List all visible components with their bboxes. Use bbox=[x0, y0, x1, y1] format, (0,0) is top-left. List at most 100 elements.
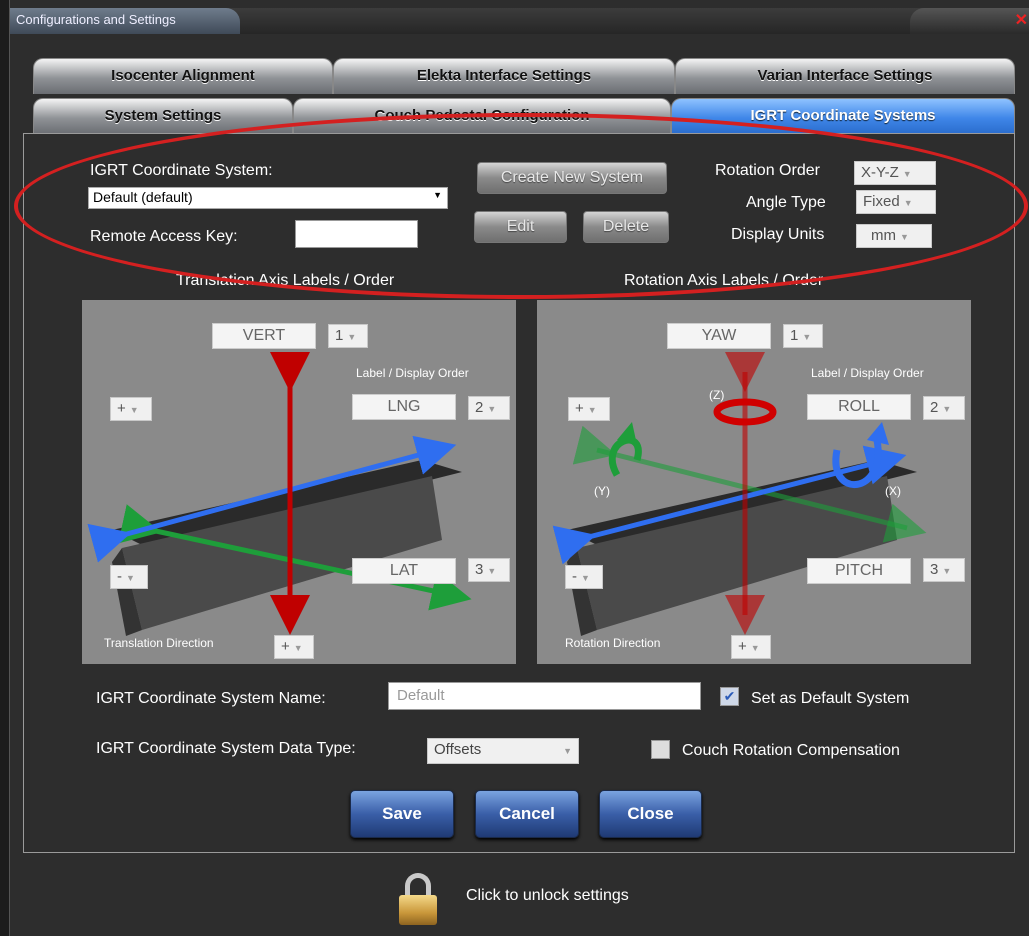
rotation-direction-caption: Rotation Direction bbox=[565, 636, 661, 650]
translation-minus-dropdown[interactable]: - ▼ bbox=[110, 565, 148, 589]
data-type-value: Offsets bbox=[434, 741, 482, 758]
translation-lng-order-dropdown[interactable]: 2 ▼ bbox=[468, 396, 510, 420]
rotation-order-label: Rotation Order bbox=[715, 162, 820, 179]
translation-direction-dropdown[interactable]: + ▼ bbox=[274, 635, 314, 659]
rotation-yaw-order-value: 1 bbox=[790, 327, 799, 344]
translation-heading: Translation Axis Labels / Order bbox=[176, 272, 395, 289]
chevron-down-icon: ▼ bbox=[587, 405, 597, 415]
rotation-x-label: (X) bbox=[885, 484, 901, 498]
display-units-value: mm bbox=[871, 227, 896, 244]
close-button[interactable]: Close bbox=[599, 790, 702, 838]
igrt-system-dropdown[interactable]: Default (default) ▼ bbox=[88, 187, 448, 209]
unlock-settings-text[interactable]: Click to unlock settings bbox=[466, 887, 629, 905]
chevron-down-icon: ▼ bbox=[126, 573, 135, 583]
translation-vert-order-value: 1 bbox=[335, 327, 344, 344]
translation-direction-value: + bbox=[281, 638, 290, 655]
rotation-yaw-field[interactable]: YAW bbox=[667, 323, 771, 349]
angle-type-label: Angle Type bbox=[746, 194, 826, 211]
rotation-yaw-order-dropdown[interactable]: 1 ▼ bbox=[783, 324, 823, 348]
translation-plus-dropdown[interactable]: + ▼ bbox=[110, 397, 152, 421]
chevron-down-icon: ▼ bbox=[942, 566, 952, 576]
rotation-z-label: (Z) bbox=[709, 388, 725, 402]
save-button[interactable]: Save bbox=[350, 790, 454, 838]
title-bar: Configurations and Settings ✕ bbox=[10, 8, 1029, 34]
chevron-down-icon: ▼ bbox=[750, 643, 760, 653]
edit-button[interactable]: Edit bbox=[474, 211, 567, 243]
remote-access-key-input[interactable] bbox=[295, 220, 418, 248]
tab-isocenter-alignment[interactable]: Isocenter Alignment bbox=[33, 58, 333, 94]
tab-varian-interface-settings[interactable]: Varian Interface Settings bbox=[675, 58, 1015, 94]
chevron-down-icon: ▼ bbox=[433, 190, 442, 200]
rotation-order-value: X-Y-Z bbox=[861, 164, 899, 181]
rotation-roll-order-dropdown[interactable]: 2 ▼ bbox=[923, 396, 965, 420]
set-default-checkbox[interactable]: ✔ bbox=[720, 687, 739, 706]
tab-system-settings[interactable]: System Settings bbox=[33, 98, 293, 134]
translation-minus-value: - bbox=[117, 568, 122, 585]
rotation-roll-order-value: 2 bbox=[930, 399, 939, 416]
chevron-down-icon: ▼ bbox=[900, 232, 909, 242]
chevron-down-icon: ▼ bbox=[347, 332, 357, 342]
tab-elekta-interface-settings[interactable]: Elekta Interface Settings bbox=[333, 58, 675, 94]
lock-icon[interactable] bbox=[399, 873, 437, 925]
igrt-system-value: Default (default) bbox=[93, 189, 193, 205]
chevron-down-icon: ▼ bbox=[903, 198, 913, 208]
delete-button[interactable]: Delete bbox=[583, 211, 669, 243]
translation-label-order-caption: Label / Display Order bbox=[356, 366, 469, 380]
create-new-system-button[interactable]: Create New System bbox=[477, 162, 667, 194]
remote-access-key-label: Remote Access Key: bbox=[90, 228, 238, 245]
window-title: Configurations and Settings bbox=[10, 8, 240, 34]
translation-couch-illustration bbox=[87, 352, 472, 636]
translation-diagram bbox=[82, 300, 516, 664]
system-name-label: IGRT Coordinate System Name: bbox=[96, 690, 326, 707]
display-units-label: Display Units bbox=[731, 226, 825, 243]
chevron-down-icon: ▼ bbox=[293, 643, 303, 653]
couch-rotation-checkbox[interactable] bbox=[651, 740, 670, 759]
display-units-dropdown[interactable]: mm ▼ bbox=[856, 224, 932, 248]
rotation-plus-dropdown[interactable]: + ▼ bbox=[568, 397, 610, 421]
rotation-minus-dropdown[interactable]: - ▼ bbox=[565, 565, 603, 589]
rotation-direction-value: + bbox=[738, 638, 747, 655]
translation-direction-caption: Translation Direction bbox=[104, 636, 214, 650]
cancel-button[interactable]: Cancel bbox=[475, 790, 579, 838]
rotation-diagram bbox=[537, 300, 971, 664]
rotation-order-dropdown[interactable]: X-Y-Z ▼ bbox=[854, 161, 936, 185]
translation-lng-field[interactable]: LNG bbox=[352, 394, 456, 420]
system-name-input[interactable]: Default bbox=[388, 682, 701, 710]
close-icon[interactable]: ✕ bbox=[1015, 10, 1028, 30]
translation-lat-order-value: 3 bbox=[475, 561, 484, 578]
translation-lat-order-dropdown[interactable]: 3 ▼ bbox=[468, 558, 510, 582]
rotation-minus-value: - bbox=[572, 568, 577, 585]
chevron-down-icon: ▼ bbox=[129, 405, 139, 415]
rotation-y-label: (Y) bbox=[594, 484, 610, 498]
rotation-couch-illustration bbox=[552, 352, 927, 636]
chevron-down-icon: ▼ bbox=[487, 404, 497, 414]
angle-type-value: Fixed bbox=[863, 193, 900, 210]
data-type-dropdown[interactable]: Offsets ▼ bbox=[427, 738, 579, 764]
translation-vert-field[interactable]: VERT bbox=[212, 323, 316, 349]
translation-vert-order-dropdown[interactable]: 1 ▼ bbox=[328, 324, 368, 348]
chevron-down-icon: ▼ bbox=[563, 746, 572, 756]
chevron-down-icon: ▼ bbox=[802, 332, 812, 342]
translation-lat-field[interactable]: LAT bbox=[352, 558, 456, 584]
set-default-label: Set as Default System bbox=[751, 690, 910, 707]
translation-plus-value: + bbox=[117, 400, 126, 417]
rotation-pitch-order-dropdown[interactable]: 3 ▼ bbox=[923, 558, 965, 582]
rotation-heading: Rotation Axis Labels / Order bbox=[624, 272, 824, 289]
angle-type-dropdown[interactable]: Fixed ▼ bbox=[856, 190, 936, 214]
tab-igrt-coordinate-systems[interactable]: IGRT Coordinate Systems bbox=[671, 98, 1015, 134]
rotation-pitch-field[interactable]: PITCH bbox=[807, 558, 911, 584]
close-window-button[interactable]: ✕ bbox=[910, 8, 1029, 34]
igrt-system-label: IGRT Coordinate System: bbox=[90, 162, 273, 179]
rotation-direction-dropdown[interactable]: + ▼ bbox=[731, 635, 771, 659]
chevron-down-icon: ▼ bbox=[581, 573, 590, 583]
chevron-down-icon: ▼ bbox=[902, 169, 912, 179]
data-type-label: IGRT Coordinate System Data Type: bbox=[96, 740, 356, 757]
chevron-down-icon: ▼ bbox=[942, 404, 952, 414]
couch-rotation-label: Couch Rotation Compensation bbox=[682, 742, 900, 759]
chevron-down-icon: ▼ bbox=[487, 566, 497, 576]
rotation-pitch-order-value: 3 bbox=[930, 561, 939, 578]
translation-lng-order-value: 2 bbox=[475, 399, 484, 416]
tab-couch-pedestal-configuration[interactable]: Couch Pedestal Configuration bbox=[293, 98, 671, 134]
rotation-roll-field[interactable]: ROLL bbox=[807, 394, 911, 420]
rotation-plus-value: + bbox=[575, 400, 584, 417]
